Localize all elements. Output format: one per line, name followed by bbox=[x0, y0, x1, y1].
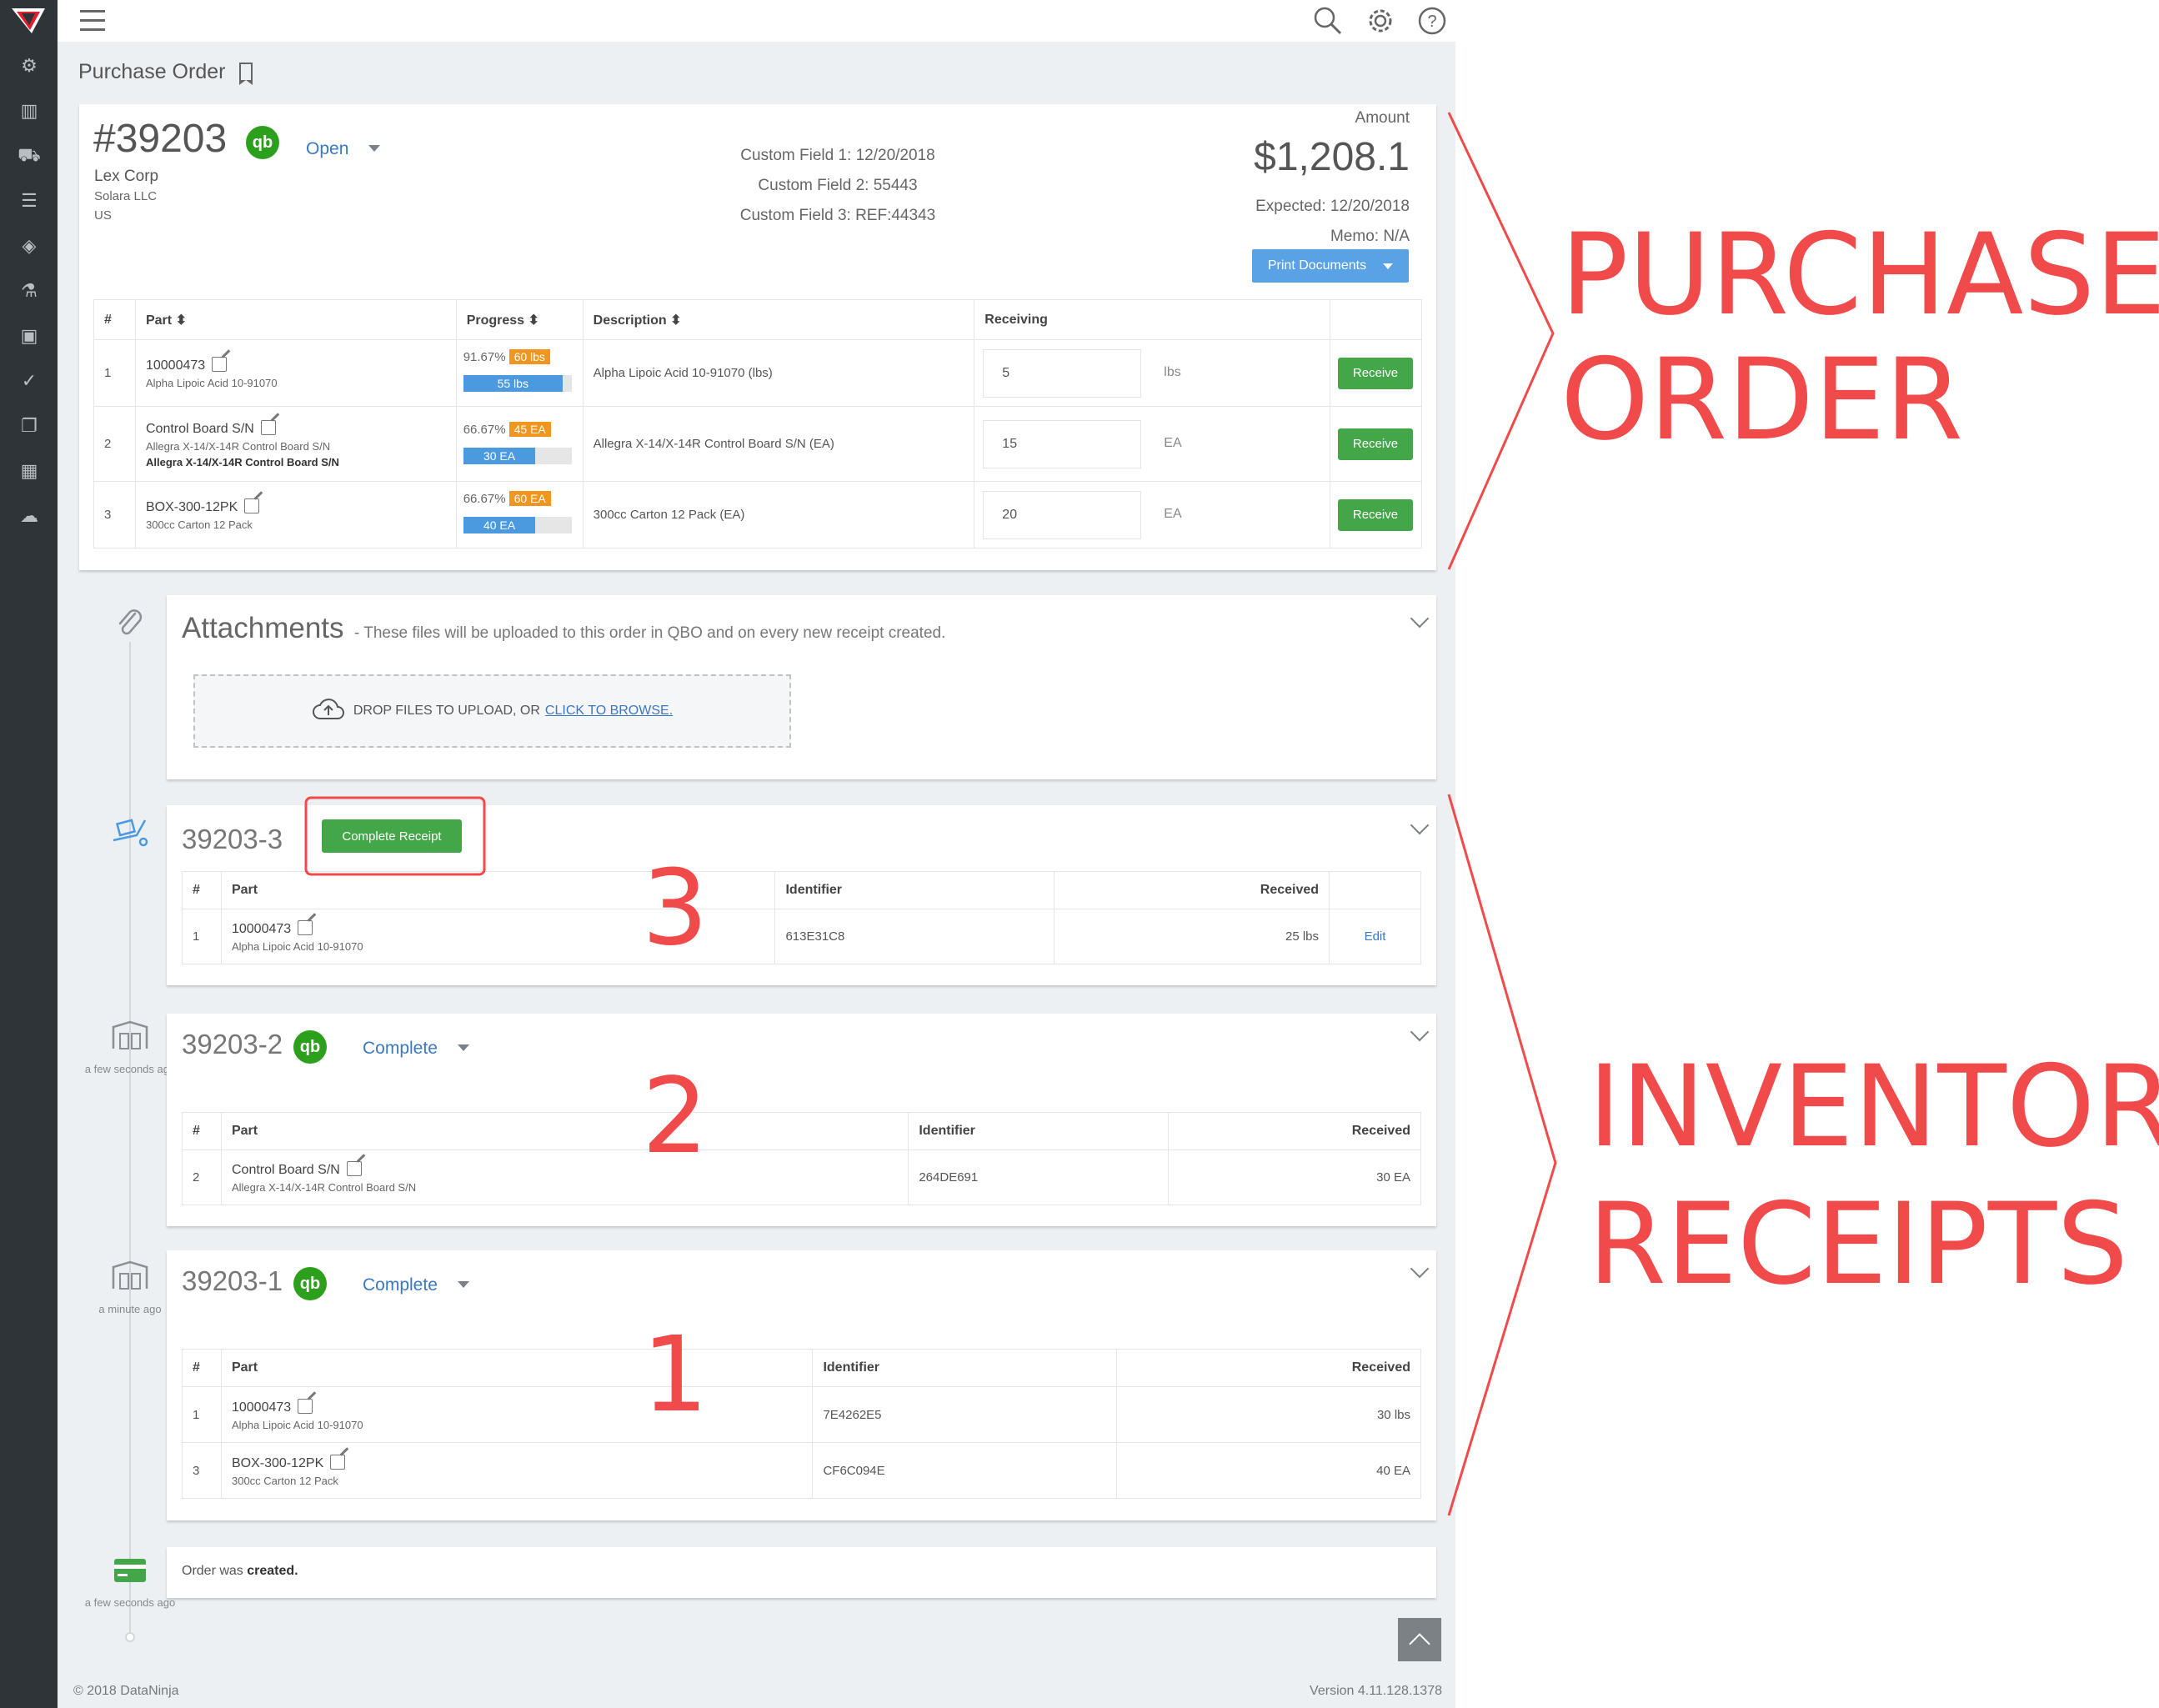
annotation-purchase: PURCHASE bbox=[1560, 209, 2159, 340]
annotation-number-2: 2 bbox=[642, 1056, 709, 1177]
annotation-number-3: 3 bbox=[642, 848, 709, 969]
purchase-order-bracket bbox=[1447, 112, 1555, 570]
inventory-receipts-bracket bbox=[1447, 794, 1557, 1516]
annotation-inventory: INVENTORY bbox=[1588, 1041, 2159, 1172]
complete-receipt-highlight bbox=[304, 796, 486, 876]
annotation-receipts: RECEIPTS bbox=[1588, 1179, 2129, 1310]
annotation-order: ORDER bbox=[1560, 334, 1964, 465]
annotation-inventory-receipts: INVENTORY RECEIPTS bbox=[1588, 1038, 2159, 1313]
annotation-purchase-order: PURCHASE ORDER bbox=[1560, 213, 2159, 463]
annotation-number-1: 1 bbox=[642, 1315, 709, 1435]
